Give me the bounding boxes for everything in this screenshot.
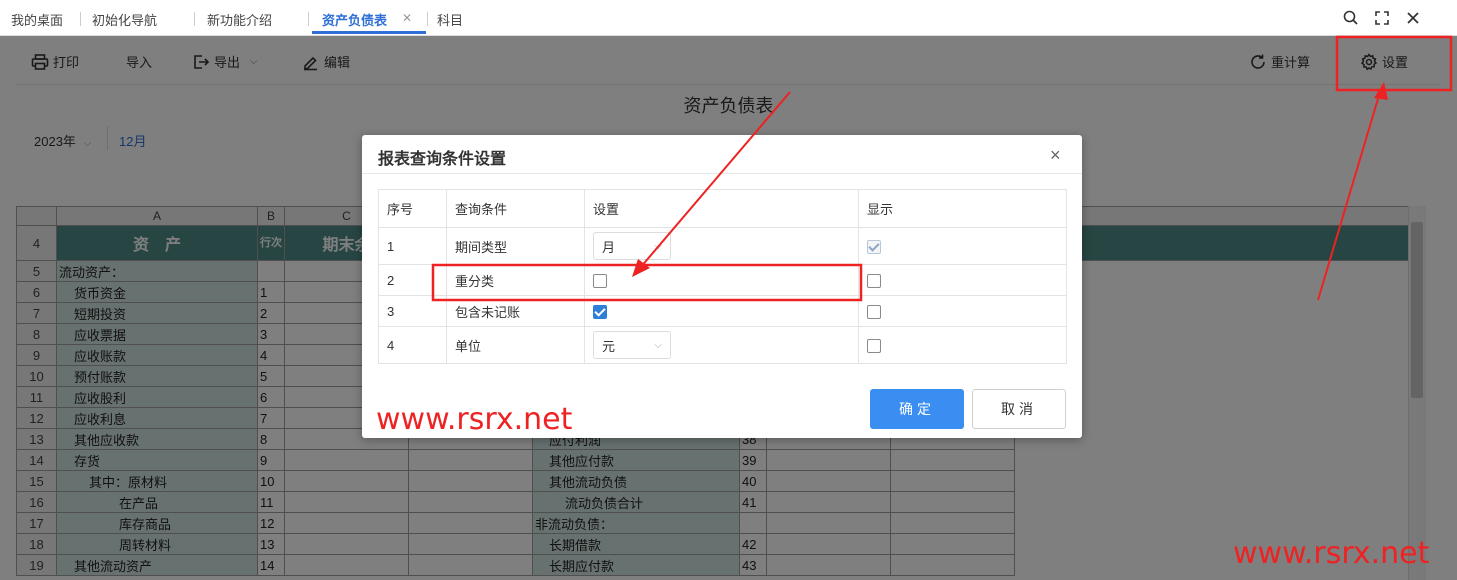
annotation-arrow	[1317, 91, 1381, 301]
highlight-box-reclassify	[431, 263, 863, 302]
annotation-layer	[431, 35, 1453, 302]
highlight-box-settings	[1335, 35, 1453, 92]
watermark-text: www.rsrx.net	[376, 402, 573, 437]
arrowhead	[632, 259, 650, 277]
annotation-arrow	[639, 91, 791, 269]
watermark-text: www.rsrx.net	[1233, 536, 1430, 571]
